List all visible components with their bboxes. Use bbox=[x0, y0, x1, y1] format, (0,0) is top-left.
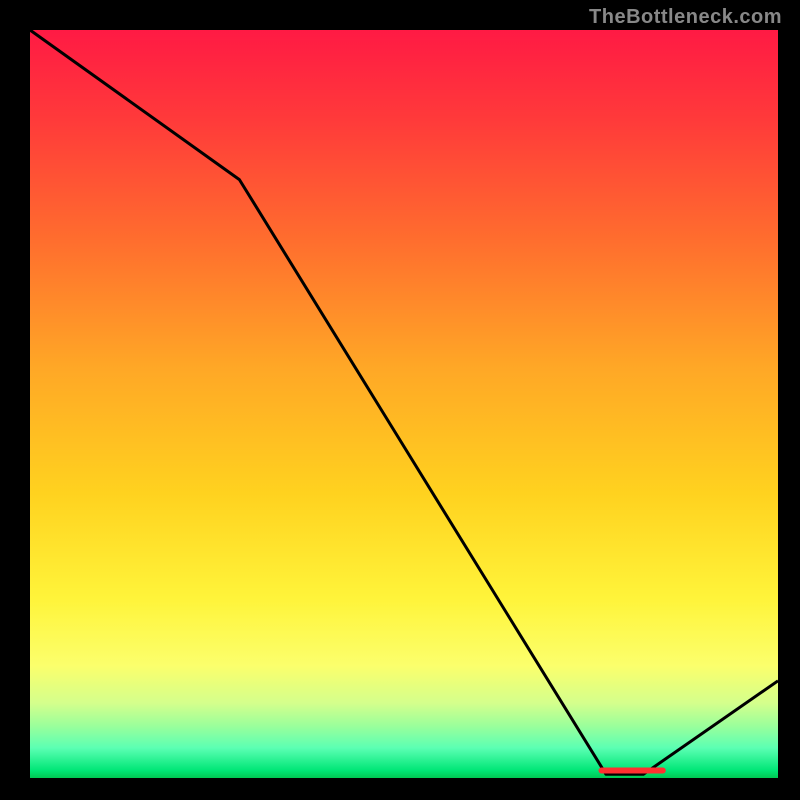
line-layer bbox=[30, 30, 778, 778]
watermark-text: TheBottleneck.com bbox=[589, 6, 782, 29]
optimum-marker bbox=[599, 768, 666, 774]
chart-line bbox=[30, 30, 778, 774]
chart-container: TheBottleneck.com bbox=[0, 0, 800, 800]
plot-area bbox=[30, 30, 778, 778]
